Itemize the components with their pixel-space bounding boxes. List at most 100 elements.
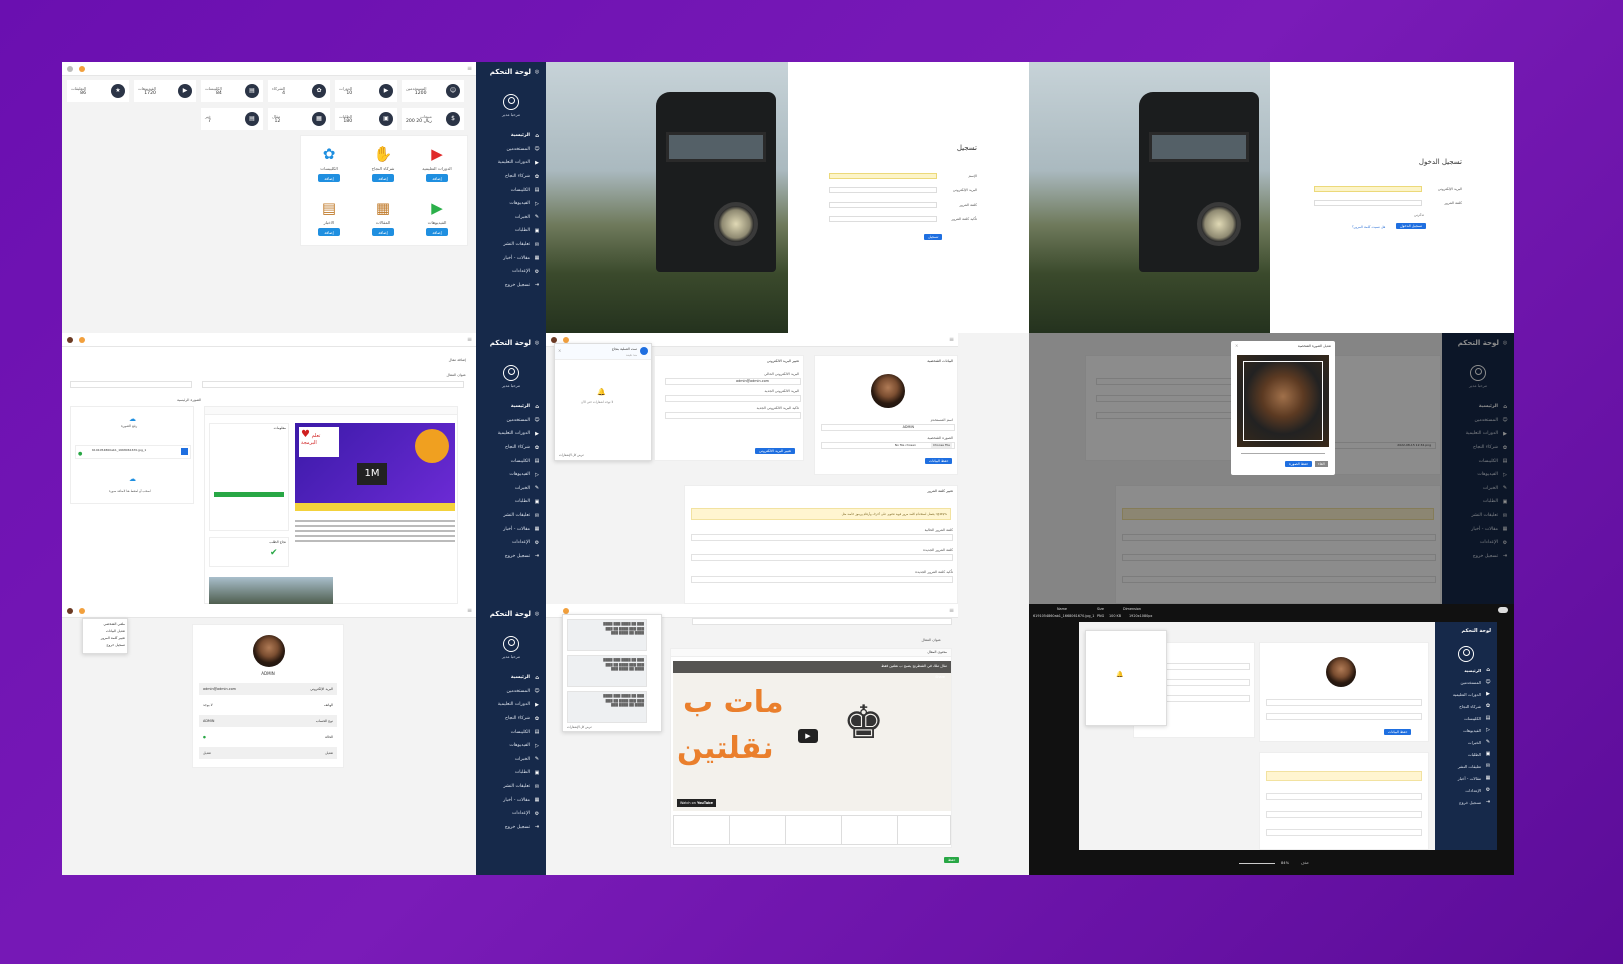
sidebar-item[interactable]: الخبرات ✎	[476, 211, 546, 225]
sidebar-item[interactable]: الرئيسية ⌂	[476, 400, 546, 414]
delete-file-button[interactable]	[181, 448, 188, 455]
cancel-crop-button[interactable]: الغاء	[1315, 461, 1328, 467]
login-button[interactable]: تسجيل الدخول	[1396, 223, 1427, 229]
sidebar-item[interactable]: شركاء النجاح ✿	[476, 712, 546, 726]
username-input[interactable]	[1266, 699, 1422, 706]
username-input[interactable]: ADMIN	[821, 424, 955, 431]
sidebar-item[interactable]: الإعدادات ⚙	[1435, 784, 1497, 796]
sidebar-item[interactable]: المستخدمين ☺	[476, 414, 546, 428]
sidebar-item[interactable]: مقالات - أخبار ▦	[476, 522, 546, 536]
rich-text-editor[interactable]: ♥ تعلم البرمجة 1M معلومات نجاح الطلب ✔	[204, 406, 458, 604]
notification-item[interactable]: تمت العملية بنجاح منذ دقيقة ×	[555, 344, 651, 360]
sidebar-item[interactable]: الفيديوهات ▷	[476, 468, 546, 482]
sidebar-item[interactable]: الفيديوهات ▷	[476, 739, 546, 753]
bell-icon[interactable]	[79, 337, 85, 343]
password-field[interactable]	[829, 202, 937, 208]
play-button-icon[interactable]: ▶	[798, 729, 818, 743]
sidebar-item[interactable]: المستخدمين ☺	[476, 685, 546, 699]
comment-item[interactable]: ████ ███ ████ ██ ███ ███ ██ ████ ███ ███ █…	[567, 691, 647, 723]
save-profile-button[interactable]: حفظ البيانات	[1384, 729, 1412, 735]
title-input[interactable]	[202, 381, 464, 388]
sidebar-item[interactable]: الفيديوهات ▷	[476, 197, 546, 211]
sidebar-item[interactable]: الدورات التعليمية ▶	[476, 156, 546, 170]
sidebar-item[interactable]: الإعدادات ⚙	[476, 536, 546, 550]
sidebar-item[interactable]: الإعدادات ⚙	[476, 265, 546, 279]
old-password-input[interactable]	[1266, 793, 1422, 800]
sidebar-item[interactable]: الإعدادات ⚙	[476, 807, 546, 821]
user-menu-item[interactable]: ملفي الشخصي	[85, 621, 125, 628]
sidebar-item[interactable]: الخبرات ✎	[476, 482, 546, 496]
sidebar-item[interactable]: تسجيل خروج ⇥	[476, 821, 546, 835]
menu-icon[interactable]: ≡	[467, 336, 472, 343]
view-all-notifications[interactable]: عرض كل الإشعارات	[567, 725, 592, 729]
sidebar-item[interactable]: الدورات التعليمية ▶	[476, 698, 546, 712]
title-input[interactable]	[692, 618, 952, 625]
sidebar-item[interactable]: الدورات التعليمية ▶	[1435, 688, 1497, 700]
file-input[interactable]	[1266, 713, 1422, 720]
name-field[interactable]	[829, 173, 937, 179]
sidebar-item[interactable]: الخبرات ✎	[1435, 736, 1497, 748]
menu-icon[interactable]: ≡	[949, 336, 954, 343]
add-button[interactable]: إضافة	[318, 174, 340, 182]
new-email-input[interactable]	[665, 395, 801, 402]
choose-file-button[interactable]: Choose File	[930, 443, 952, 448]
sidebar-item[interactable]: الطلبات ▣	[476, 224, 546, 238]
watch-on-youtube[interactable]: Watch on YouTube	[677, 799, 716, 807]
close-icon[interactable]: ×	[1235, 343, 1238, 348]
delete-button[interactable]: حذف	[1301, 861, 1309, 865]
sidebar-item[interactable]: الفيديوهات ▷	[1435, 724, 1497, 736]
change-email-button[interactable]: تغيير البريد الالكتروني	[755, 448, 796, 454]
sidebar-item[interactable]: الكليبسات ▤	[476, 183, 546, 197]
sidebar-item[interactable]: تسجيل خروج ⇥	[476, 279, 546, 293]
comment-item[interactable]: ████ ███ ████ ██ ███ ███ ██ ████ ███ ███ █…	[567, 619, 647, 651]
forgot-password-link[interactable]: هل نسيت كلمة المرور؟	[1352, 225, 1385, 229]
sidebar-item[interactable]: تسجيل خروج ⇥	[476, 550, 546, 564]
confirm-password-input[interactable]	[691, 576, 953, 583]
crop-box[interactable]	[1243, 361, 1323, 441]
user-menu-item[interactable]: تعديل البيانات	[85, 628, 125, 635]
menu-icon[interactable]: ≡	[467, 607, 472, 614]
alt-input[interactable]	[70, 381, 192, 388]
add-button[interactable]: إضافة	[318, 228, 340, 236]
upload-dropzone[interactable]: ☁ رفع الصورة ● 6191054860ab1_1668061670.…	[70, 406, 194, 504]
sidebar-item[interactable]: الرئيسية ⌂	[476, 129, 546, 143]
sidebar-item[interactable]: مقالات - أخبار ▦	[1435, 772, 1497, 784]
crop-image[interactable]	[1237, 355, 1329, 447]
submit-button[interactable]: حفظ	[944, 857, 960, 863]
save-crop-button[interactable]: حفظ الصورة	[1285, 461, 1313, 467]
avatar[interactable]	[67, 66, 73, 72]
sidebar-item[interactable]: شركاء النجاح ✿	[476, 441, 546, 455]
zoom-slider[interactable]	[1239, 863, 1275, 864]
sidebar-item[interactable]: تعليقات النشر ✉	[1435, 760, 1497, 772]
sidebar-item[interactable]: تعليقات النشر ✉	[476, 780, 546, 794]
menu-icon[interactable]: ≡	[949, 607, 954, 614]
sidebar-item[interactable]: المستخدمين ☺	[476, 143, 546, 157]
avatar[interactable]	[67, 337, 73, 343]
menu-icon[interactable]: ≡	[467, 65, 472, 72]
view-all-notifications[interactable]: عرض كل الإشعارات	[559, 453, 584, 457]
remember-checkbox[interactable]: تذكرني	[1414, 213, 1424, 217]
add-button[interactable]: إضافة	[426, 174, 448, 182]
add-button[interactable]: إضافة	[426, 228, 448, 236]
register-button[interactable]: تسجيل	[924, 234, 943, 240]
confirm-password-input[interactable]	[1266, 829, 1422, 836]
sidebar-item[interactable]: المستخدمين ☺	[1435, 676, 1497, 688]
sidebar-item[interactable]: الطلبات ▣	[476, 495, 546, 509]
close-icon[interactable]: ×	[558, 348, 561, 353]
sidebar-item[interactable]: الخبرات ✎	[476, 753, 546, 767]
rich-text-editor[interactable]: محتوى المقال مثال ملك في الشطرنج يصبح ب …	[670, 648, 952, 848]
current-email-input[interactable]: admin@admin.com	[665, 378, 801, 385]
profile-value[interactable]: تعديل	[203, 751, 211, 755]
toggle-switch[interactable]	[1498, 607, 1508, 613]
share-button[interactable]: Share	[935, 675, 945, 679]
add-button[interactable]: إضافة	[372, 228, 394, 236]
old-password-input[interactable]	[691, 534, 953, 541]
sidebar-item[interactable]: شركاء النجاح ✿	[1435, 700, 1497, 712]
sidebar-item[interactable]: الكليبسات ▤	[476, 454, 546, 468]
new-password-input[interactable]	[691, 554, 953, 561]
sidebar-item[interactable]: شركاء النجاح ✿	[476, 170, 546, 184]
file-input[interactable]: No file chosen Choose File	[821, 442, 955, 449]
sidebar-item[interactable]: تسجيل خروج ⇥	[1435, 796, 1497, 808]
youtube-embed[interactable]: مثال ملك في الشطرنج يصبح ب نقلتين فقط ما…	[673, 661, 951, 811]
sidebar-item[interactable]: الكليبسات ▤	[476, 725, 546, 739]
